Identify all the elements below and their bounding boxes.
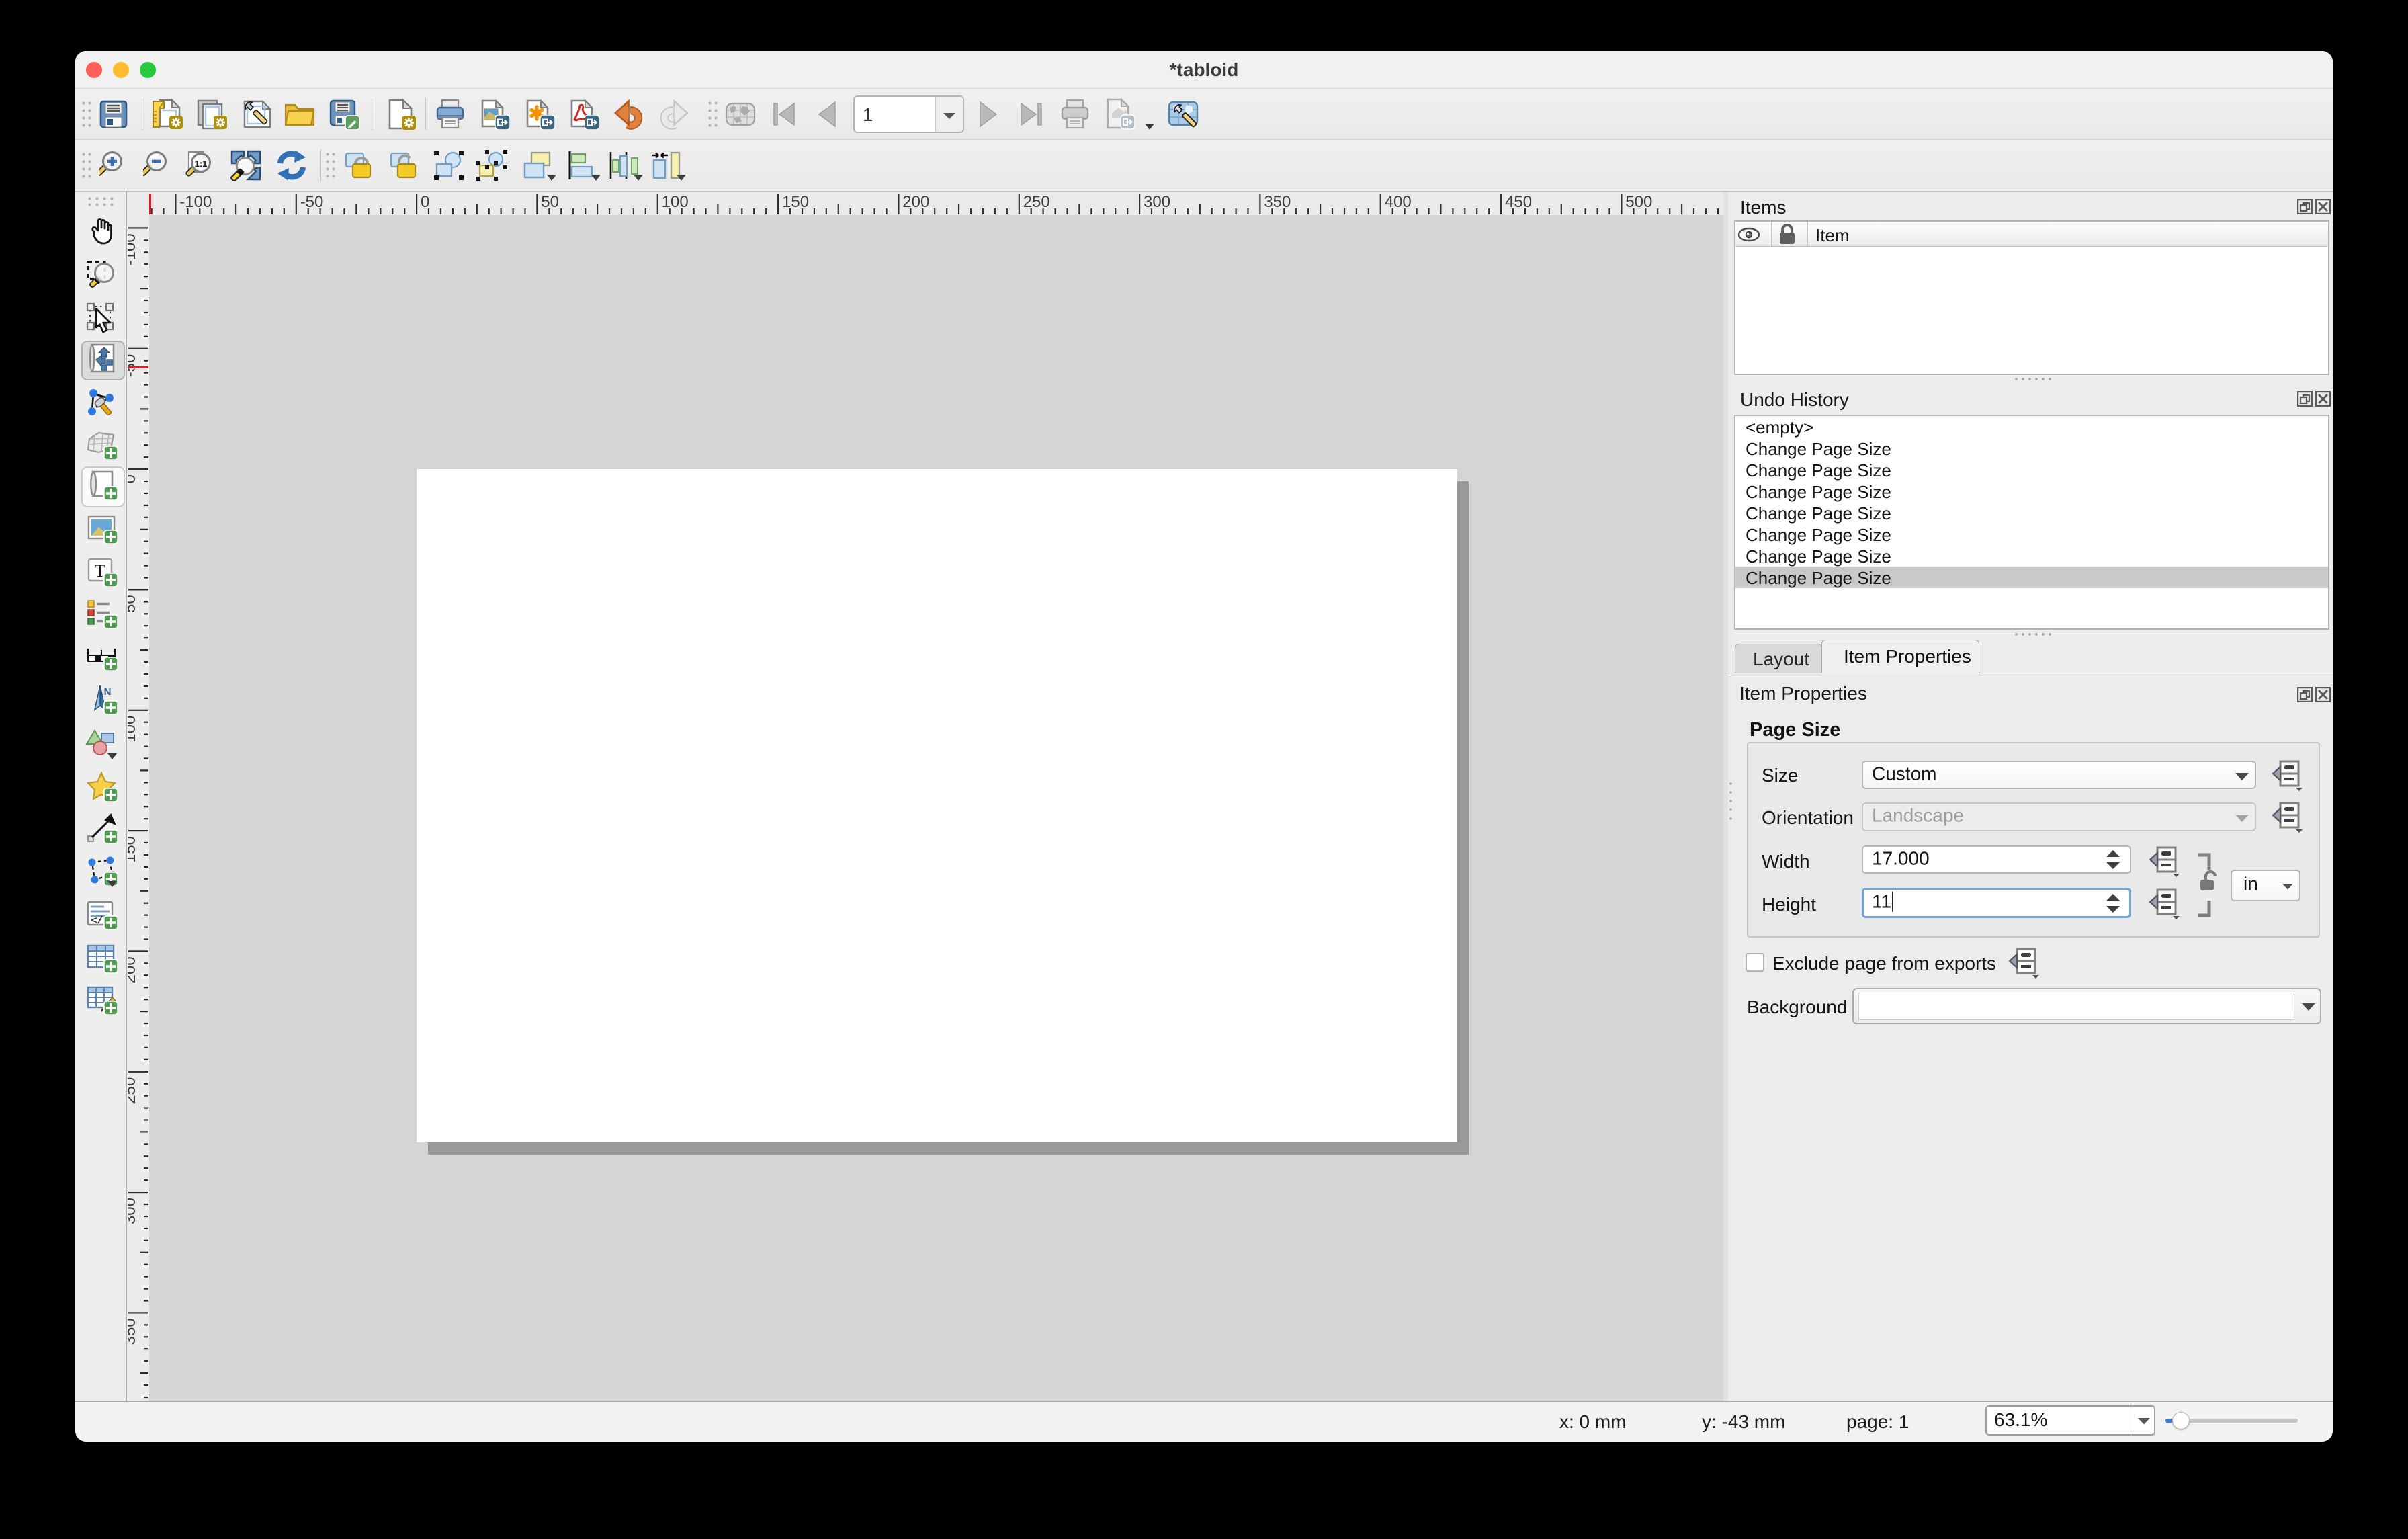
svg-text:250: 250 — [128, 1077, 139, 1104]
svg-text:350: 350 — [128, 1318, 139, 1345]
svg-text:250: 250 — [1023, 193, 1050, 211]
svg-text:100: 100 — [128, 716, 139, 743]
svg-text:200: 200 — [128, 956, 139, 983]
svg-text:0: 0 — [421, 193, 429, 211]
svg-text:450: 450 — [1505, 193, 1532, 211]
svg-text:150: 150 — [128, 836, 139, 863]
svg-text:150: 150 — [782, 193, 809, 211]
svg-text:500: 500 — [1625, 193, 1652, 211]
svg-text:-100: -100 — [128, 233, 139, 265]
svg-text:-100: -100 — [179, 193, 212, 211]
svg-text:0: 0 — [128, 474, 139, 483]
svg-text:200: 200 — [902, 193, 929, 211]
svg-text:50: 50 — [128, 595, 139, 613]
svg-text:-50: -50 — [300, 193, 324, 211]
svg-text:400: 400 — [1385, 193, 1412, 211]
svg-text:300: 300 — [1144, 193, 1170, 211]
svg-text:350: 350 — [1264, 193, 1291, 211]
svg-text:300: 300 — [128, 1198, 139, 1224]
svg-text:100: 100 — [662, 193, 689, 211]
svg-text:-50: -50 — [128, 354, 139, 378]
svg-text:50: 50 — [541, 193, 559, 211]
